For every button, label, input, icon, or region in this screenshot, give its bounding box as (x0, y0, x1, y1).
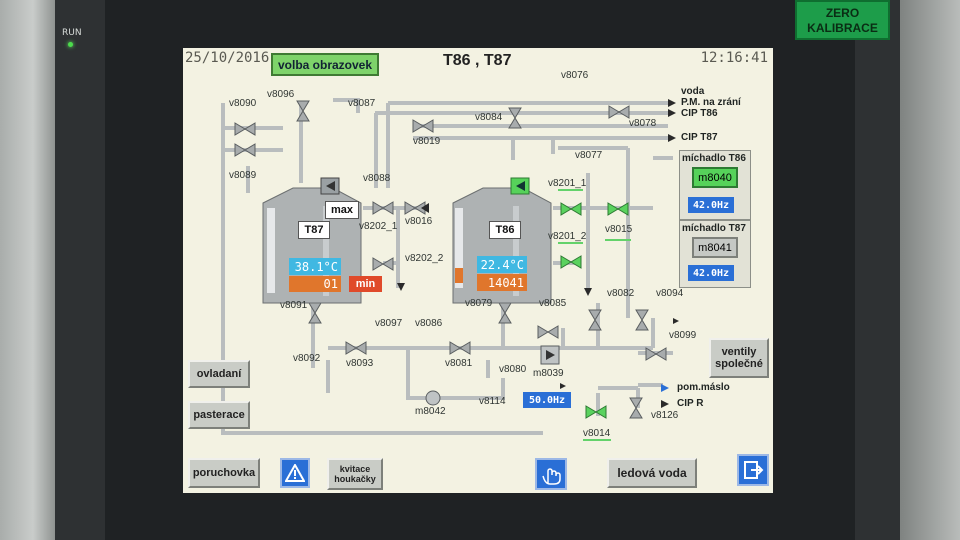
valve-label[interactable]: v8201_1 (548, 178, 586, 189)
valve-label[interactable]: v8097 (375, 318, 402, 329)
dest-cip-t87: CIP T87 (681, 132, 718, 143)
valve-label[interactable]: v8085 (539, 298, 566, 309)
tank-t87-level: 01 (289, 276, 341, 292)
valve-label[interactable]: v8078 (629, 118, 656, 129)
pump-label[interactable]: m8039 (533, 368, 564, 379)
run-led-icon (68, 42, 73, 47)
valve-label[interactable]: v8086 (415, 318, 442, 329)
dest-voda: voda (681, 86, 705, 97)
tank-t87-temperature: 38.1°C (289, 258, 341, 275)
valve-label[interactable]: v8087 (348, 98, 375, 109)
tank-t86-level: 14041 (477, 274, 527, 291)
ovladani-button[interactable]: ovladaní (188, 360, 250, 388)
tank-t87-label[interactable]: T87 (298, 221, 330, 239)
mixer-t87-title: míchadlo T87 (682, 223, 746, 234)
valve-label[interactable]: v8081 (445, 358, 472, 369)
valve-label[interactable]: v8019 (413, 136, 440, 147)
exit-icon[interactable] (737, 454, 769, 486)
mixer-t86-title: míchadlo T86 (682, 153, 746, 164)
valve-label[interactable]: v8093 (346, 358, 373, 369)
tank-t86-label[interactable]: T86 (489, 221, 521, 239)
dest-cip-r: CIP R (677, 398, 704, 409)
valve-label[interactable]: v8076 (561, 70, 588, 81)
valve-label[interactable]: v8089 (229, 170, 256, 181)
valve-label[interactable]: v8114 (479, 396, 506, 407)
pump-frequency: 50.0Hz (523, 392, 571, 408)
valve-label[interactable]: v8201_2 (548, 231, 586, 242)
fault-log-button[interactable]: poruchovka (188, 458, 260, 488)
valve-label[interactable]: v8015 (605, 224, 632, 235)
mixer-t86-frequency: 42.0Hz (688, 197, 734, 213)
run-label: RUN (62, 28, 82, 38)
valve-label[interactable]: v8014 (583, 428, 610, 439)
mixer-t87-panel: míchadlo T87 m8041 42.0Hz (679, 220, 751, 288)
current-date: 25/10/2016 (185, 50, 270, 66)
valve-label[interactable]: v8082 (607, 288, 634, 299)
valve-label[interactable]: v8099 (669, 330, 696, 341)
valve-label[interactable]: v8126 (651, 410, 678, 421)
panel-frame-right (900, 0, 960, 540)
mixer-t86-panel: míchadlo T86 m8040 42.0Hz (679, 150, 751, 220)
pump2-label[interactable]: m8042 (415, 406, 446, 417)
hmi-screen: 25/10/2016 T86 , T87 12:16:41 volba obra… (183, 48, 773, 493)
valve-label[interactable]: v8094 (656, 288, 683, 299)
hand-touch-icon[interactable] (535, 458, 567, 490)
mixer-t87-frequency: 42.0Hz (688, 265, 734, 281)
ventily-button[interactable]: ventily společné (709, 338, 769, 378)
page-title: T86 , T87 (443, 52, 512, 69)
panel-frame-left (0, 0, 55, 540)
tank-t86-temperature: 22.4°C (477, 256, 527, 273)
valve-label[interactable]: v8084 (475, 112, 502, 123)
max-label: max (325, 201, 359, 219)
dest-pm: P.M. na zrání (681, 97, 741, 108)
valve-label[interactable]: v8092 (293, 353, 320, 364)
mixer-t86-button[interactable]: m8040 (692, 167, 738, 188)
valve-label[interactable]: v8202_2 (405, 253, 443, 264)
dest-pom-maslo: pom.máslo (677, 382, 730, 393)
current-time: 12:16:41 (700, 50, 768, 66)
mixer-t87-button[interactable]: m8041 (692, 237, 738, 258)
warning-icon[interactable] (280, 458, 310, 488)
valve-label[interactable]: v8090 (229, 98, 256, 109)
valve-label[interactable]: v8016 (405, 216, 432, 227)
valve-label[interactable]: v8202_1 (359, 221, 397, 232)
calibration-label: ZERO KALIBRACE (795, 0, 890, 40)
valve-label[interactable]: v8079 (465, 298, 492, 309)
min-alarm-badge: min (349, 276, 382, 292)
acknowledge-horn-button[interactable]: kvitace houkačky (327, 458, 383, 490)
ice-water-button[interactable]: ledová voda (607, 458, 697, 488)
valve-label[interactable]: v8088 (363, 173, 390, 184)
valve-label[interactable]: v8091 (280, 300, 307, 311)
valve-label[interactable]: v8080 (499, 364, 526, 375)
valve-label[interactable]: v8096 (267, 89, 294, 100)
dest-cip-t86: CIP T86 (681, 108, 718, 119)
pasterace-button[interactable]: pasterace (188, 401, 250, 429)
screen-select-button[interactable]: volba obrazovek (271, 53, 379, 76)
valve-label[interactable]: v8077 (575, 150, 602, 161)
